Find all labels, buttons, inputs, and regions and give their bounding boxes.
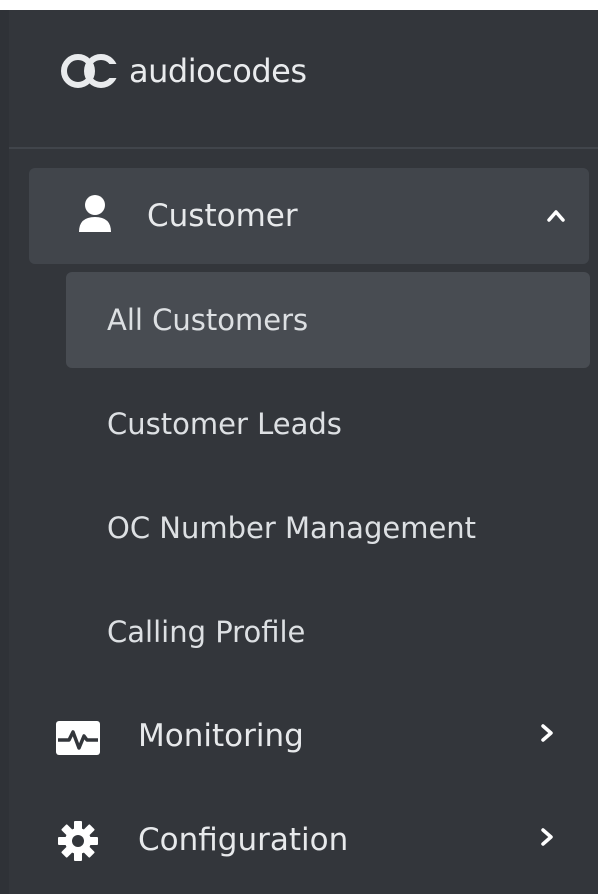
sidebar: audiocodes Customer All Customers Custom… — [9, 10, 598, 894]
sidebar-item-monitoring[interactable]: Monitoring — [9, 688, 598, 784]
chevron-up-icon — [545, 204, 567, 226]
chevron-right-icon — [536, 722, 558, 744]
sidebar-item-label: Monitoring — [138, 718, 304, 754]
divider — [9, 147, 598, 149]
sidebar-subitem-calling-profile[interactable]: Calling Profile — [66, 584, 590, 680]
user-icon — [77, 194, 113, 234]
brand-logo[interactable]: audiocodes — [61, 46, 307, 96]
sidebar-subitem-label: Customer Leads — [107, 407, 342, 441]
audiocodes-logo-icon — [61, 54, 120, 88]
sidebar-subitem-customer-leads[interactable]: Customer Leads — [66, 376, 590, 472]
sidebar-subitem-label: OC Number Management — [107, 511, 477, 545]
chevron-right-icon — [536, 826, 558, 848]
gear-icon — [57, 820, 99, 862]
sidebar-subitem-label: All Customers — [107, 303, 309, 337]
heartbeat-icon — [55, 720, 101, 756]
sidebar-subitem-all-customers[interactable]: All Customers — [66, 272, 590, 368]
sidebar-subitem-label: Calling Profile — [107, 615, 306, 649]
brand-name: audiocodes — [129, 52, 307, 90]
sidebar-subitem-oc-number-management[interactable]: OC Number Management — [66, 480, 590, 576]
sidebar-item-customer[interactable]: Customer — [29, 168, 589, 264]
sidebar-item-label: Configuration — [138, 822, 349, 858]
top-strip — [0, 0, 598, 10]
sidebar-item-label: Customer — [147, 198, 298, 234]
sidebar-item-configuration[interactable]: Configuration — [9, 792, 598, 888]
